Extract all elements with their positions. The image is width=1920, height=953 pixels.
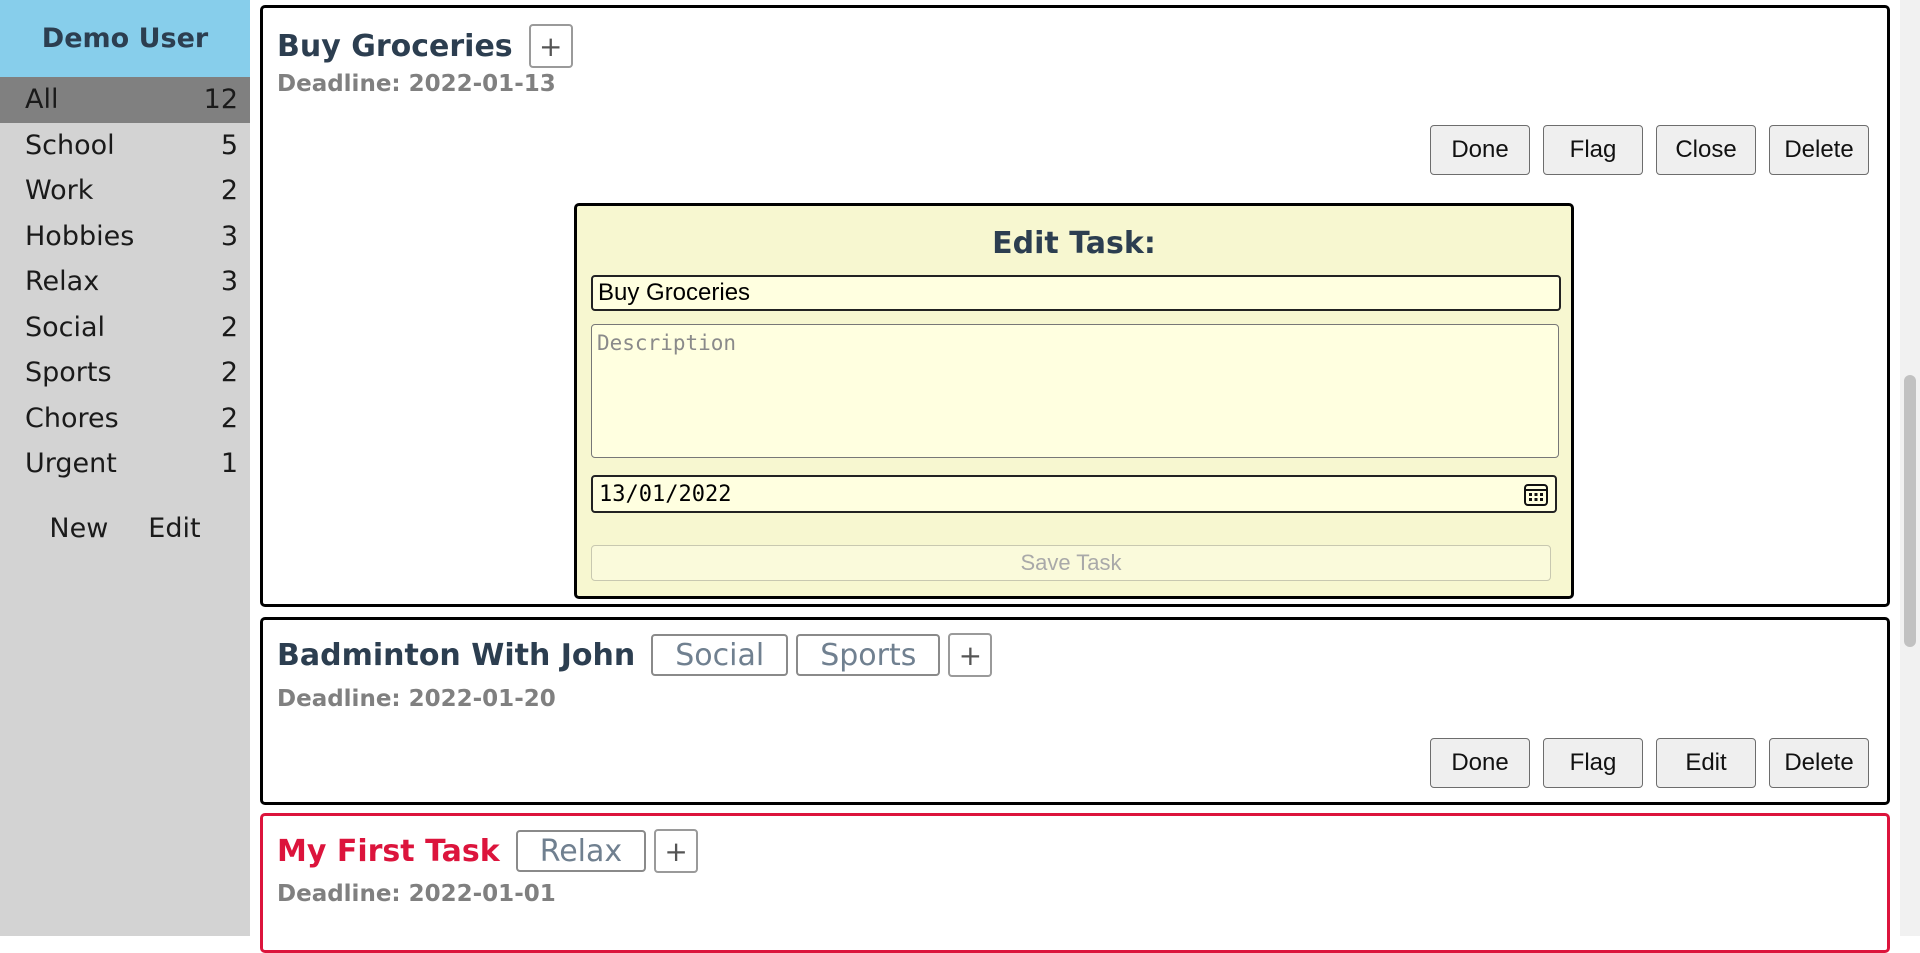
edit-task-panel: Edit Task: 13/01/2022 Save Task <box>574 203 1574 599</box>
category-count: 3 <box>220 266 238 298</box>
deadline-date-input[interactable]: 13/01/2022 <box>591 475 1557 513</box>
category-count: 12 <box>203 84 238 116</box>
category-item-work[interactable]: Work 2 <box>0 168 250 214</box>
add-tag-button[interactable]: + <box>654 829 699 873</box>
category-item-relax[interactable]: Relax 3 <box>0 259 250 305</box>
category-count: 5 <box>220 129 238 161</box>
category-item-hobbies[interactable]: Hobbies 3 <box>0 214 250 260</box>
task-header: My First Task Relax + <box>277 829 699 873</box>
category-item-urgent[interactable]: Urgent 1 <box>0 441 250 487</box>
task-deadline: Deadline: 2022-01-13 <box>277 71 556 97</box>
task-deadline: Deadline: 2022-01-01 <box>277 881 556 907</box>
tag-chip-social[interactable]: Social <box>651 634 789 676</box>
task-card: Buy Groceries + Deadline: 2022-01-13 Don… <box>260 5 1890 607</box>
task-title: Badminton With John <box>277 637 636 673</box>
category-item-sports[interactable]: Sports 2 <box>0 350 250 396</box>
task-actions: Done Flag Close Delete <box>1430 125 1869 175</box>
tag-chip-sports[interactable]: Sports <box>796 634 941 676</box>
user-name: Demo User <box>41 23 209 54</box>
add-tag-button[interactable]: + <box>528 24 573 68</box>
task-card: Badminton With John Social Sports + Dead… <box>260 617 1890 805</box>
category-label: Sports <box>25 357 112 389</box>
delete-button[interactable]: Delete <box>1769 738 1869 788</box>
category-count: 2 <box>220 357 238 389</box>
category-item-school[interactable]: School 5 <box>0 123 250 169</box>
category-label: All <box>25 84 59 116</box>
category-count: 2 <box>220 175 238 207</box>
category-label: Hobbies <box>25 220 135 252</box>
delete-button[interactable]: Delete <box>1769 125 1869 175</box>
flag-button[interactable]: Flag <box>1543 125 1643 175</box>
category-item-all[interactable]: All 12 <box>0 77 250 123</box>
task-title: My First Task <box>277 833 500 869</box>
edit-categories-button[interactable]: Edit <box>148 513 200 544</box>
category-count: 2 <box>220 402 238 434</box>
category-actions: New Edit <box>0 513 250 544</box>
vertical-scrollbar[interactable] <box>1900 0 1920 936</box>
date-value: 13/01/2022 <box>599 481 732 507</box>
add-tag-button[interactable]: + <box>948 633 993 677</box>
calendar-icon[interactable] <box>1523 481 1549 507</box>
edit-task-heading: Edit Task: <box>992 226 1156 261</box>
done-button[interactable]: Done <box>1430 738 1530 788</box>
scrollbar-thumb[interactable] <box>1904 375 1916 647</box>
done-button[interactable]: Done <box>1430 125 1530 175</box>
task-list: Buy Groceries + Deadline: 2022-01-13 Don… <box>258 0 1890 953</box>
category-label: Social <box>25 311 106 343</box>
category-label: Urgent <box>25 448 117 480</box>
category-count: 1 <box>220 448 238 480</box>
task-header: Buy Groceries + <box>277 24 573 68</box>
category-label: Work <box>25 175 94 207</box>
new-category-button[interactable]: New <box>49 513 108 544</box>
task-actions: Done Flag Edit Delete <box>1430 738 1869 788</box>
save-task-button[interactable]: Save Task <box>591 545 1551 581</box>
task-title-input[interactable] <box>591 275 1561 311</box>
category-label: School <box>25 129 115 161</box>
task-description-input[interactable] <box>591 324 1559 458</box>
category-label: Chores <box>25 402 119 434</box>
task-card-urgent: My First Task Relax + Deadline: 2022-01-… <box>260 813 1890 953</box>
tag-chip-relax[interactable]: Relax <box>515 830 647 872</box>
task-title: Buy Groceries <box>277 28 513 64</box>
category-item-chores[interactable]: Chores 2 <box>0 396 250 442</box>
flag-button[interactable]: Flag <box>1543 738 1643 788</box>
task-deadline: Deadline: 2022-01-20 <box>277 686 556 712</box>
category-count: 3 <box>220 220 238 252</box>
user-header: Demo User <box>0 0 250 77</box>
task-header: Badminton With John Social Sports + <box>277 633 993 677</box>
category-count: 2 <box>220 311 238 343</box>
sidebar: Demo User All 12 School 5 Work 2 Hobbies… <box>0 0 250 936</box>
category-list: All 12 School 5 Work 2 Hobbies 3 Relax 3… <box>0 77 250 487</box>
close-edit-button[interactable]: Close <box>1656 125 1756 175</box>
edit-button[interactable]: Edit <box>1656 738 1756 788</box>
category-label: Relax <box>25 266 100 298</box>
category-item-social[interactable]: Social 2 <box>0 305 250 351</box>
